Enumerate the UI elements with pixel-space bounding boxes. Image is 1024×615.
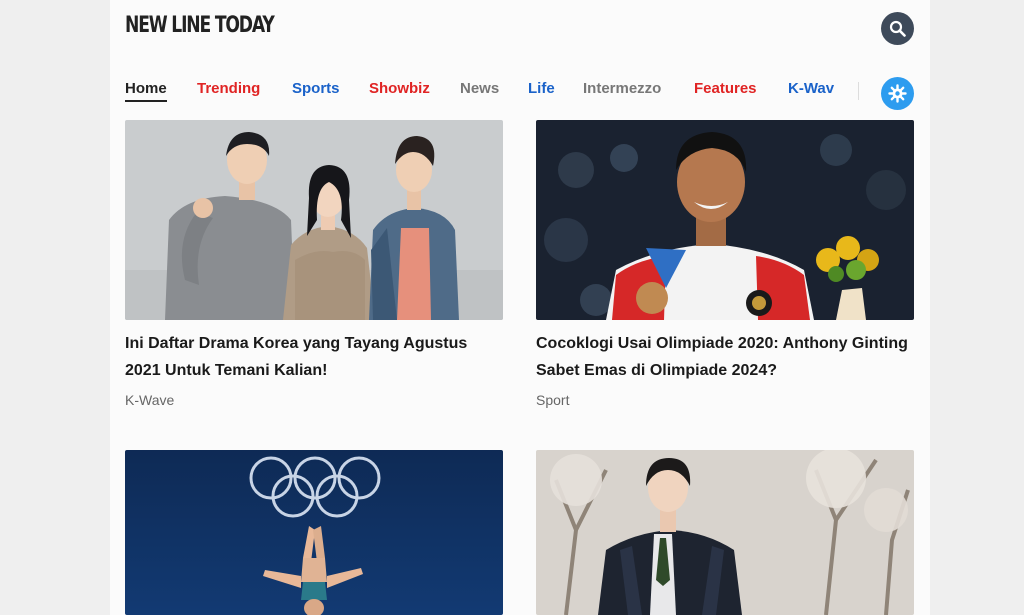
site-logo[interactable]: NEW LINE TODAY: [125, 13, 275, 38]
article-thumbnail[interactable]: [536, 120, 914, 320]
nav-item-news[interactable]: News: [460, 80, 499, 97]
nav-item-home[interactable]: Home: [125, 80, 167, 102]
nav-item-features[interactable]: Features: [694, 80, 757, 97]
search-icon: [889, 20, 906, 37]
nav-divider: [858, 82, 859, 100]
page: NEW LINE TODAY Home Trending Sports Show…: [110, 0, 930, 615]
article-thumbnail[interactable]: [536, 450, 914, 615]
nav-item-kwave[interactable]: K-Wav: [788, 80, 834, 97]
article-title[interactable]: Cocoklogi Usai Olimpiade 2020: Anthony G…: [536, 330, 914, 384]
article-thumbnail[interactable]: [125, 120, 503, 320]
nav-item-sports[interactable]: Sports: [292, 80, 340, 97]
article-card[interactable]: [125, 450, 503, 615]
nav-item-trending[interactable]: Trending: [197, 80, 260, 97]
nav-item-life[interactable]: Life: [528, 80, 555, 97]
search-button[interactable]: [881, 12, 914, 45]
nav-item-intermezzo[interactable]: Intermezzo: [583, 80, 661, 97]
article-category[interactable]: K-Wave: [125, 392, 503, 408]
header: NEW LINE TODAY: [110, 0, 930, 56]
settings-button[interactable]: [881, 77, 914, 110]
gear-icon: [888, 84, 907, 103]
category-nav: Home Trending Sports Showbiz News Life I…: [110, 72, 930, 112]
article-thumbnail[interactable]: [125, 450, 503, 615]
article-title[interactable]: Ini Daftar Drama Korea yang Tayang Agust…: [125, 330, 503, 384]
article-card[interactable]: Ini Daftar Drama Korea yang Tayang Agust…: [125, 120, 503, 408]
nav-item-showbiz[interactable]: Showbiz: [369, 80, 430, 97]
article-card[interactable]: Cocoklogi Usai Olimpiade 2020: Anthony G…: [536, 120, 914, 408]
article-card[interactable]: [536, 450, 914, 615]
article-category[interactable]: Sport: [536, 392, 914, 408]
